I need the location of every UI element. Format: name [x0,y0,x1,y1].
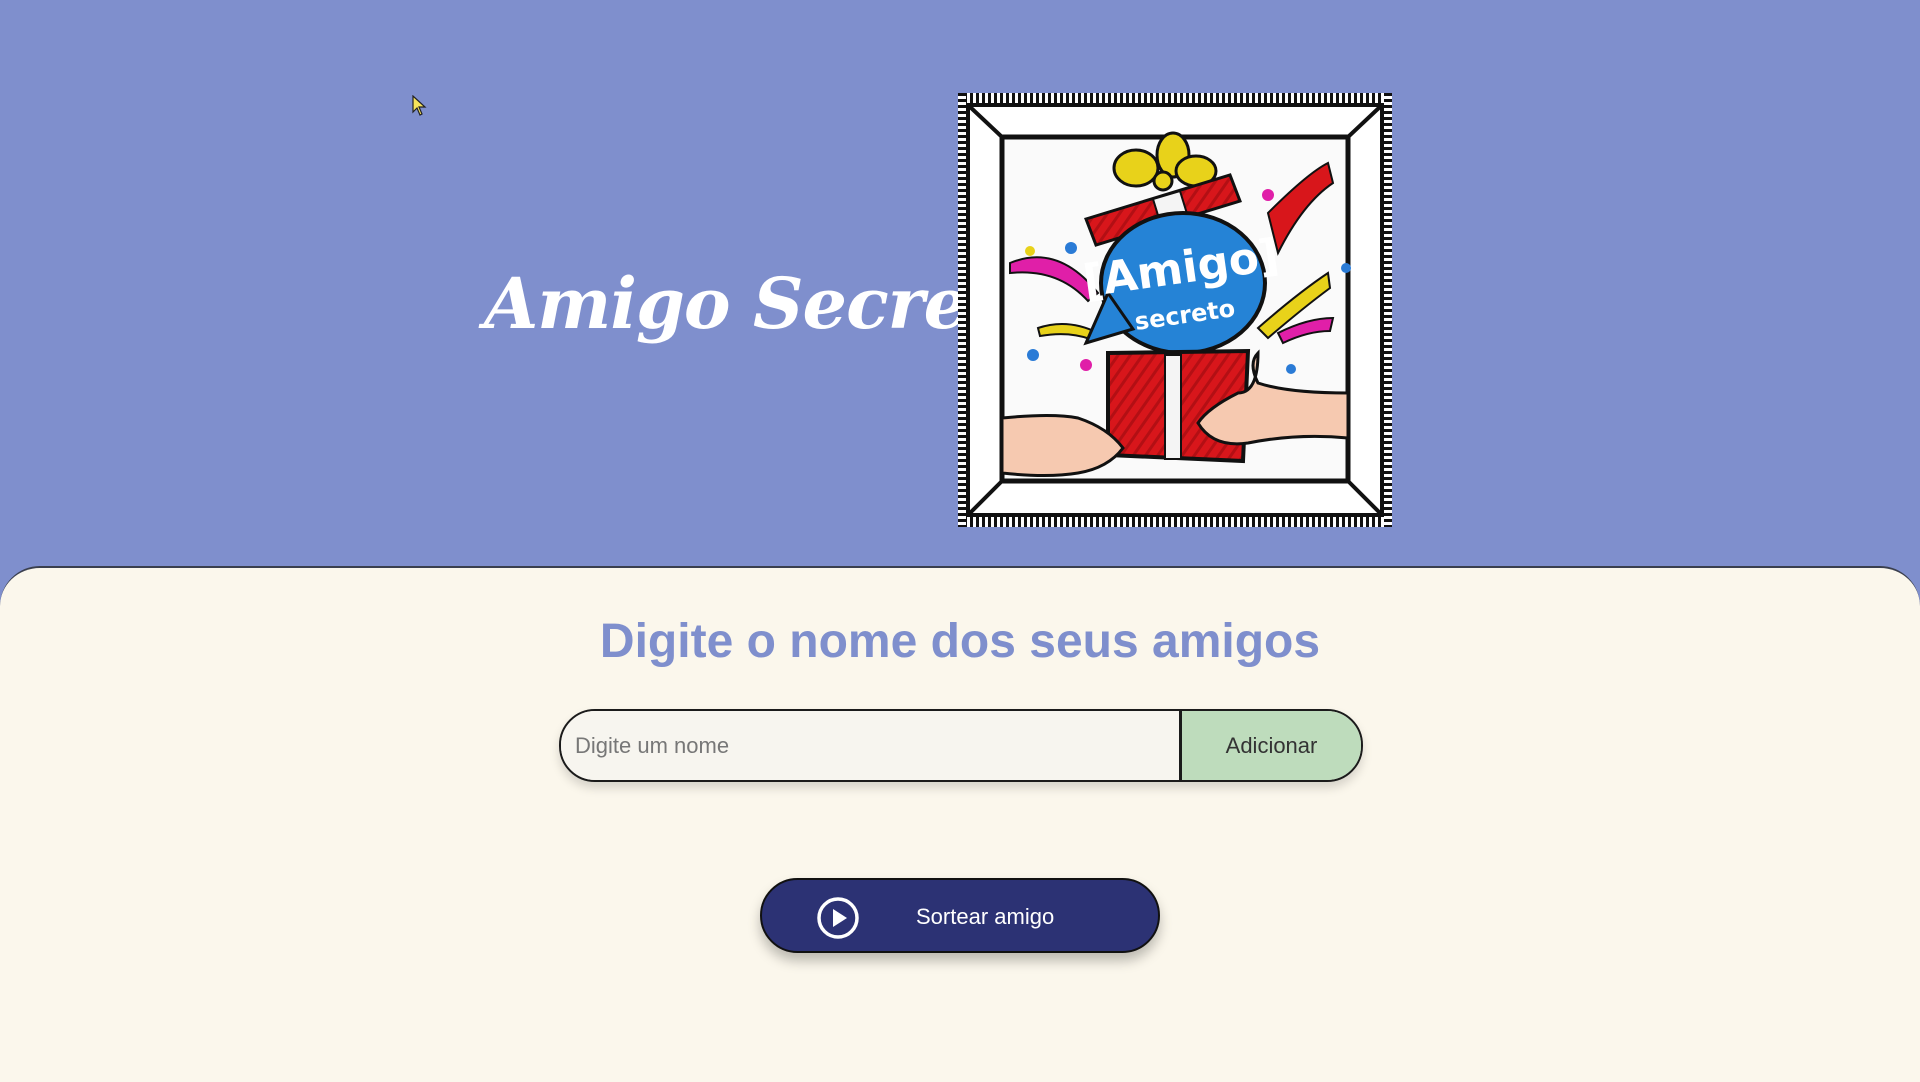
draw-button-label: Sortear amigo [916,904,1055,929]
main-panel: Digite o nome dos seus amigos Adicionar … [0,566,1920,1082]
header: Amigo Secreto [Amigo] secreto [0,0,1920,568]
section-heading: Digite o nome dos seus amigos [599,615,1321,668]
play-circle-icon [817,897,859,939]
name-entry-group: Adicionar [559,709,1363,782]
name-input[interactable] [561,711,1177,780]
mouse-cursor-icon [412,95,427,116]
amigo-secreto-logo: [Amigo] secreto [958,93,1392,527]
add-button[interactable]: Adicionar [1179,711,1361,780]
draw-friend-button[interactable]: Sortear amigo [760,878,1160,953]
